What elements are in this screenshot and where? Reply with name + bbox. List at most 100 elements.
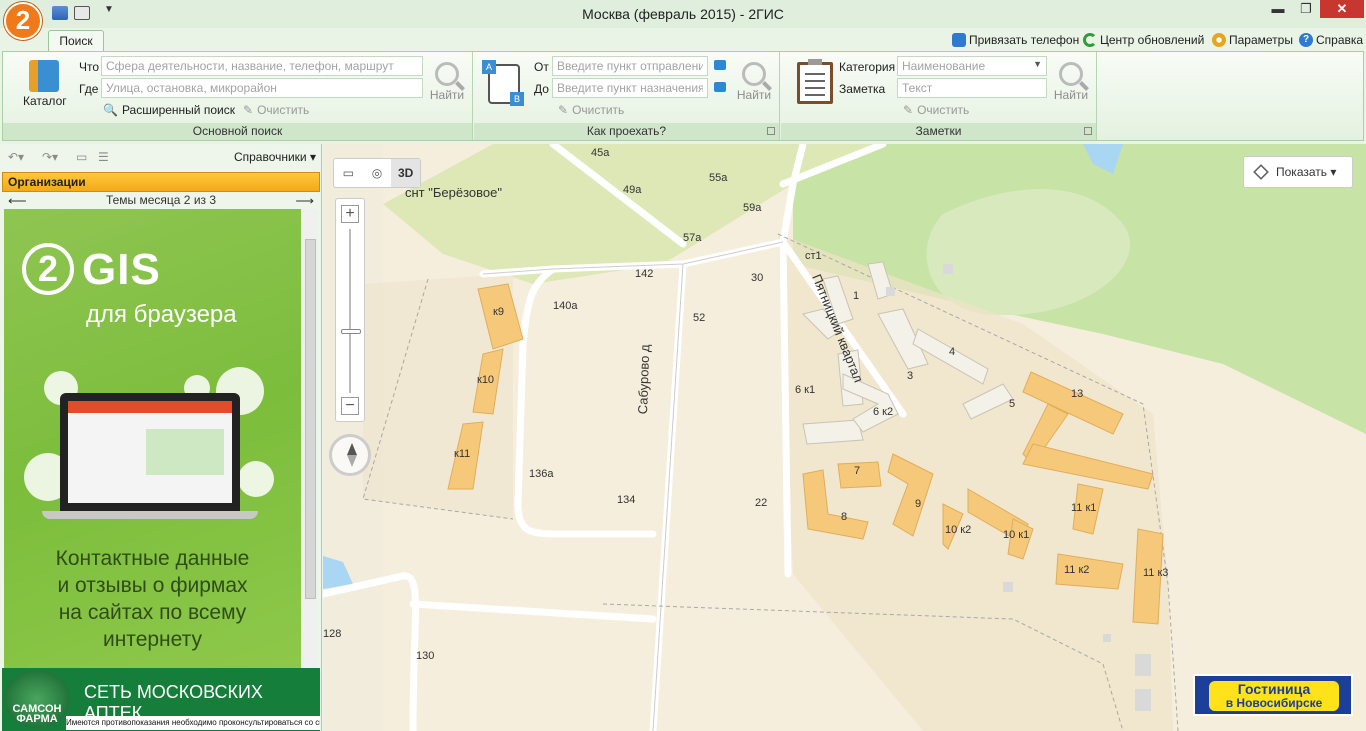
zoom-in-button[interactable]: + (341, 205, 359, 223)
tab-search[interactable]: Поиск (48, 30, 104, 52)
advanced-search-icon: 🔍 (103, 103, 118, 117)
ribbon-tab-bar: Поиск Привязать телефон Центр обновлений… (0, 28, 1366, 52)
zoom-out-button[interactable]: − (341, 397, 359, 415)
pharmacy-ad-banner[interactable]: САМСОН ФАРМА СЕТЬ МОСКОВСКИХ АПТЕК Имеютс… (2, 668, 320, 731)
note-input[interactable] (897, 78, 1047, 98)
advanced-search-button[interactable]: 🔍 Расширенный поиск (103, 103, 235, 117)
organizations-header[interactable]: Организации (2, 172, 320, 192)
zoom-slider-thumb[interactable] (341, 329, 361, 334)
3d-toggle-button[interactable]: 3D (391, 159, 421, 187)
window-title: Москва (февраль 2015) - 2ГИС (582, 6, 784, 22)
promo-subtitle: для браузера (86, 301, 237, 328)
zoom-track[interactable] (349, 229, 351, 393)
house-label: 10 к1 (1003, 529, 1030, 541)
close-button[interactable]: ✕ (1320, 0, 1364, 18)
notes-find-label: Найти (1053, 88, 1089, 102)
dialog-launcher-icon[interactable] (1084, 127, 1092, 135)
house-label: 11 к2 (1064, 564, 1090, 576)
hotel-ad-line: в Новосибирске (1225, 696, 1323, 710)
eraser-icon: ✎ (243, 103, 254, 117)
house-label: 55а (709, 172, 728, 184)
route-ab-icon[interactable]: AB (482, 60, 524, 106)
ruler-icon[interactable]: ▭ (334, 159, 363, 187)
app-logo[interactable]: 2 (4, 2, 42, 40)
to-bubble-icon[interactable] (714, 82, 726, 92)
to-input[interactable] (552, 78, 708, 98)
prev-theme-icon[interactable]: ⟵ (8, 193, 27, 209)
from-bubble-icon[interactable] (714, 60, 726, 70)
search-icon (1059, 62, 1083, 86)
maximize-button[interactable]: ❐ (1292, 0, 1320, 18)
left-panel-scrollbar[interactable] (303, 209, 318, 669)
layout-icon[interactable]: ▭ (76, 150, 87, 164)
layers-icon (1253, 164, 1269, 180)
compass-icon[interactable] (329, 434, 371, 476)
refresh-icon (1083, 33, 1097, 47)
show-layers-label: Показать (1276, 165, 1328, 179)
house-label: к9 (493, 306, 504, 318)
directories-dropdown[interactable]: Справочники ▾ (234, 150, 316, 164)
house-label: 7 (854, 465, 861, 477)
back-icon[interactable]: ↶▾ (8, 150, 24, 164)
map-view[interactable]: 45а 49а 55а 59а 57а 142 30 ст1 1 140а 52… (323, 144, 1366, 731)
location-icon[interactable]: ◎ (363, 159, 392, 187)
themes-label: Темы месяца 2 из 3 (105, 193, 217, 207)
catalog-label: Каталог (23, 94, 67, 108)
group-notes-title: Заметки (781, 123, 1096, 140)
forward-icon[interactable]: ↷▾ (42, 150, 58, 164)
main-find-button[interactable]: Найти (429, 62, 465, 102)
pharmacy-ad-warning: Имеются противопоказания необходимо прок… (66, 716, 320, 730)
what-input[interactable] (101, 56, 423, 76)
link-bind-phone-label: Привязать телефон (969, 33, 1080, 47)
left-panel: ↶▾ ↷▾ ▭ ☰ Справочники ▾ Организации ⟵ Те… (0, 144, 322, 731)
next-theme-icon[interactable]: ⟶ (295, 193, 314, 209)
route-find-button[interactable]: Найти (736, 62, 772, 102)
category-label: Категория (839, 60, 896, 74)
link-bind-phone[interactable]: Привязать телефон (952, 33, 1079, 47)
where-input[interactable] (101, 78, 423, 98)
minimize-button[interactable]: ▬ (1264, 0, 1292, 18)
house-label: 11 к1 (1071, 502, 1097, 514)
help-icon: ? (1299, 33, 1313, 47)
link-update-center[interactable]: Центр обновлений (1083, 33, 1204, 47)
scrollbar-thumb[interactable] (305, 239, 316, 599)
route-clear-button[interactable]: ✎ Очистить (558, 103, 624, 117)
zoom-control: + − (335, 198, 365, 422)
notes-find-button[interactable]: Найти (1053, 62, 1089, 102)
house-label: 49а (623, 184, 642, 196)
house-label: ст1 (805, 250, 822, 262)
link-parameters[interactable]: Параметры (1212, 33, 1293, 47)
chevron-down-icon: ▼ (1033, 59, 1042, 69)
hotel-ad-banner[interactable]: Гостиница в Новосибирске (1193, 674, 1353, 716)
clipboard-icon[interactable] (797, 59, 833, 104)
promo-brand: GIS (82, 245, 161, 294)
house-label: 142 (635, 268, 654, 280)
show-layers-button[interactable]: Показать ▾ (1243, 156, 1353, 188)
house-label: 11 к3 (1143, 567, 1169, 579)
list-icon[interactable]: ☰ (98, 150, 109, 164)
house-label: 6 к2 (873, 406, 894, 418)
house-label: 45а (591, 147, 610, 159)
category-select[interactable]: Наименование ▼ (897, 56, 1047, 76)
link-parameters-label: Параметры (1229, 33, 1293, 47)
catalog-button[interactable]: Каталог (3, 52, 73, 122)
main-clear-button[interactable]: ✎ Очистить (243, 103, 309, 117)
directories-label: Справочники (233, 150, 307, 164)
house-label: 13 (1071, 388, 1084, 400)
pharmacy-logo-line: ФАРМА (16, 713, 58, 725)
promo-text-line: на сайтах по всему (58, 601, 247, 624)
house-label: 4 (949, 346, 956, 358)
app-window: 2 ▼ Москва (февраль 2015) - 2ГИС ▬ ❐ ✕ П… (0, 0, 1366, 731)
link-help[interactable]: ? Справка (1299, 33, 1363, 47)
phone-icon (952, 33, 966, 47)
promo-text: Контактные данные и отзывы о фирмах на с… (4, 545, 301, 653)
hotel-ad-content: Гостиница в Новосибирске (1209, 681, 1339, 711)
house-label: 30 (751, 272, 764, 284)
where-label: Где (79, 82, 99, 96)
notes-clear-button[interactable]: ✎ Очистить (903, 103, 969, 117)
from-input[interactable] (552, 56, 708, 76)
dialog-launcher-icon[interactable] (767, 127, 775, 135)
promo-text-line: Контактные данные (55, 547, 250, 570)
group-route-title-text: Как проехать? (586, 124, 667, 138)
promo-banner[interactable]: 2 GIS для браузера Контактные данные и о… (4, 209, 301, 669)
